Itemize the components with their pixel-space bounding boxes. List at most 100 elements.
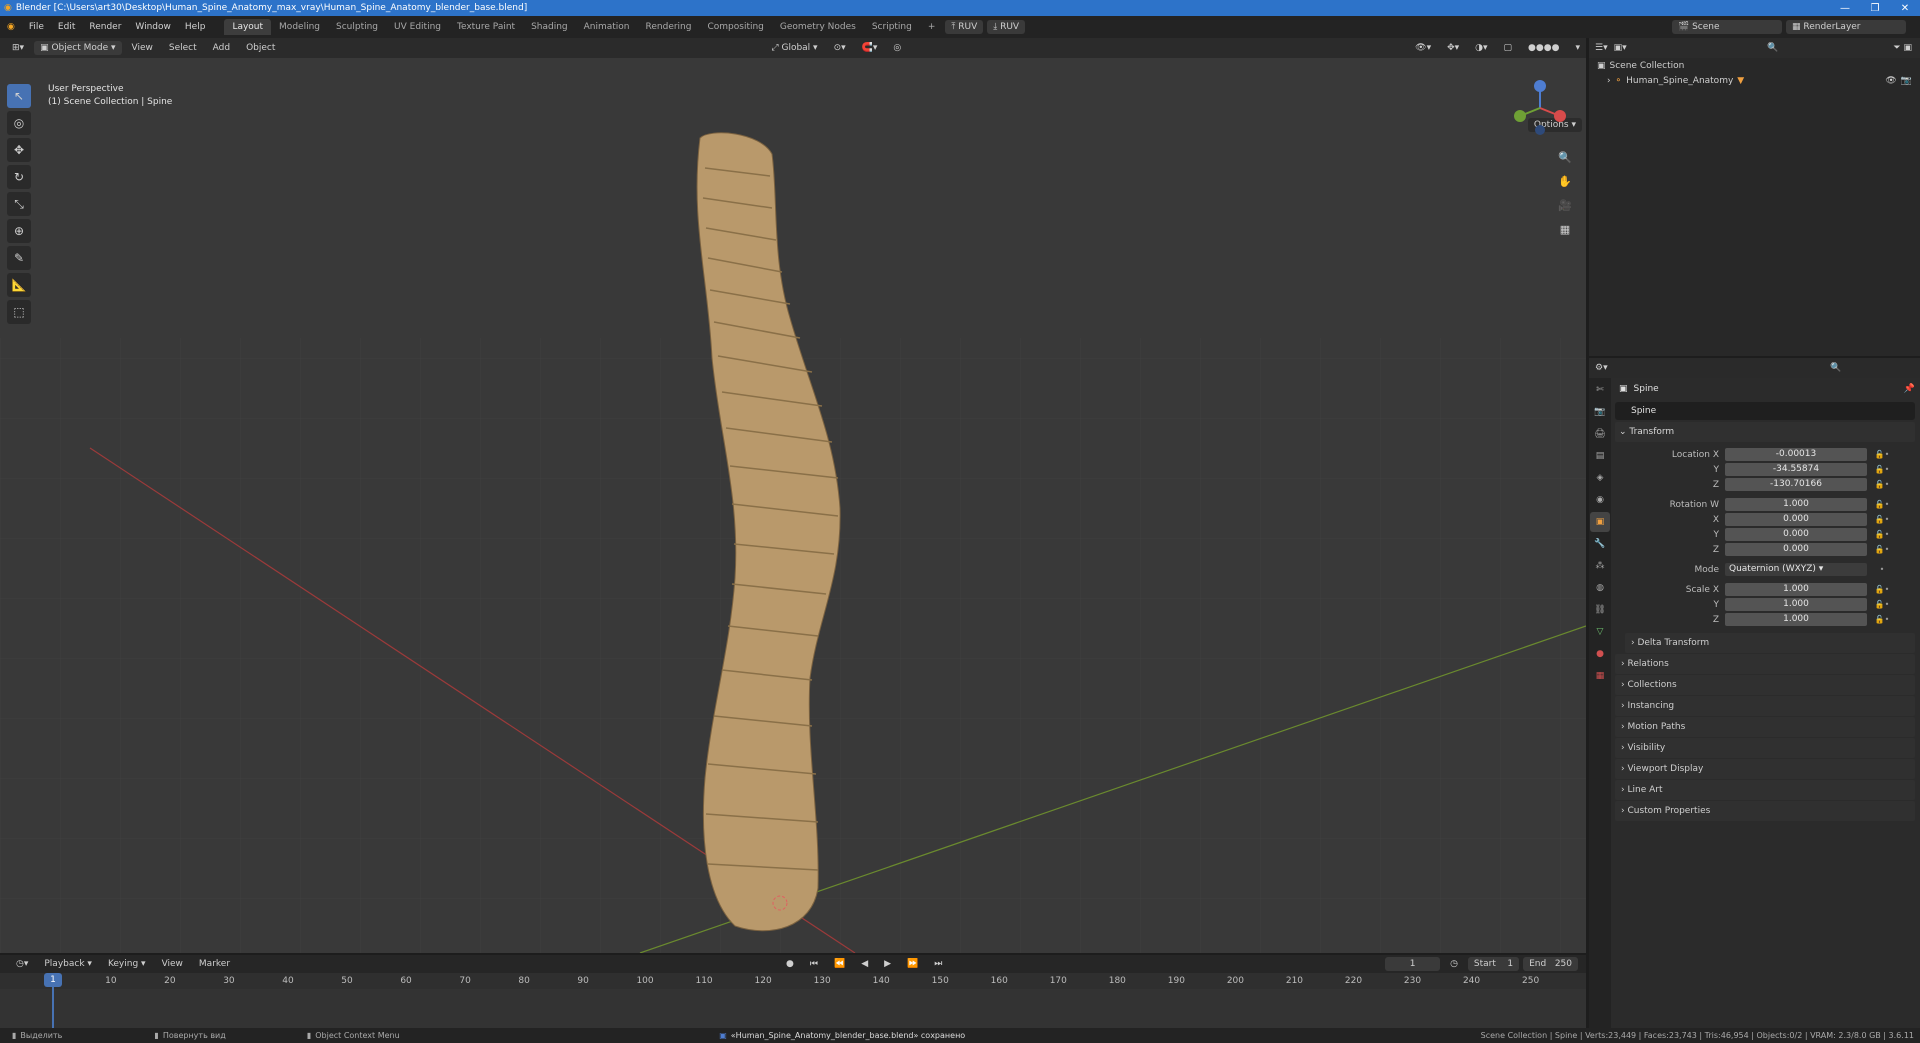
custom-properties-panel[interactable]: › Custom Properties — [1615, 801, 1915, 821]
ruv-button-2[interactable]: ⤓ RUV — [987, 20, 1026, 34]
tab-texture-paint[interactable]: Texture Paint — [449, 19, 523, 35]
data-tab-icon[interactable]: ▽ — [1590, 622, 1610, 642]
filter-icon[interactable]: ⏷ ▣ — [1893, 43, 1920, 53]
add-workspace-button[interactable]: + — [920, 19, 944, 35]
maximize-button[interactable]: ❐ — [1860, 3, 1890, 14]
gizmo-icon[interactable]: ✥▾ — [1441, 41, 1465, 55]
menu-render[interactable]: Render — [82, 22, 128, 32]
outliner-item-human-spine[interactable]: › ⚬ Human_Spine_Anatomy ▼ 👁 📷 — [1589, 73, 1920, 88]
snap-icon[interactable]: 🧲▾ — [856, 41, 884, 55]
measure-tool-icon[interactable]: 📐 — [7, 273, 31, 297]
overlay-icon[interactable]: ◑▾ — [1469, 41, 1493, 55]
rotation-x-field[interactable]: 0.000 — [1725, 513, 1867, 526]
scale-x-field[interactable]: 1.000 — [1725, 583, 1867, 596]
navigation-gizmo[interactable] — [1510, 78, 1570, 138]
visibility-panel[interactable]: › Visibility — [1615, 738, 1915, 758]
rotation-y-field[interactable]: 0.000 — [1725, 528, 1867, 541]
outliner-type-icon[interactable]: ☰▾ — [1595, 43, 1608, 53]
keyframe-dot-icon[interactable]: • — [1867, 565, 1897, 574]
object-mode-dropdown[interactable]: ▣ Object Mode ▾ — [34, 41, 122, 55]
menu-keying[interactable]: Keying ▾ — [102, 957, 152, 971]
menu-marker[interactable]: Marker — [193, 957, 236, 971]
move-tool-icon[interactable]: ✥ — [7, 138, 31, 162]
tab-shading[interactable]: Shading — [523, 19, 576, 35]
current-frame-field[interactable]: 1 — [1385, 957, 1441, 971]
menu-add[interactable]: Add — [207, 41, 236, 55]
tab-rendering[interactable]: Rendering — [638, 19, 700, 35]
rotation-z-field[interactable]: 0.000 — [1725, 543, 1867, 556]
menu-select[interactable]: Select — [163, 41, 203, 55]
pin-icon[interactable]: 📌 — [1904, 384, 1915, 394]
scale-y-field[interactable]: 1.000 — [1725, 598, 1867, 611]
render-camera-icon[interactable]: 📷 — [1901, 76, 1920, 86]
prev-keyframe-icon[interactable]: ⏪ — [828, 957, 851, 971]
transform-orientation-dropdown[interactable]: ⤢ Global ▾ — [765, 41, 823, 55]
close-button[interactable]: ✕ — [1890, 3, 1920, 14]
lock-icon[interactable]: 🔓• — [1867, 480, 1897, 489]
pan-hand-icon[interactable]: ✋ — [1554, 170, 1576, 192]
particles-tab-icon[interactable]: ⁂ — [1590, 556, 1610, 576]
physics-tab-icon[interactable]: ◍ — [1590, 578, 1610, 598]
minimize-button[interactable]: — — [1830, 3, 1860, 14]
ortho-grid-icon[interactable]: ▦ — [1554, 218, 1576, 240]
location-z-field[interactable]: -130.70166 — [1725, 478, 1867, 491]
tool-tab-icon[interactable]: ✄ — [1590, 380, 1610, 400]
scene-selector[interactable]: 🎬 Scene — [1672, 20, 1782, 34]
scene-tab-icon[interactable]: ◈ — [1590, 468, 1610, 488]
menu-window[interactable]: Window — [128, 22, 178, 32]
rotation-w-field[interactable]: 1.000 — [1725, 498, 1867, 511]
xray-icon[interactable]: ▢ — [1498, 41, 1519, 55]
start-frame-field[interactable]: Start 1 — [1467, 957, 1520, 971]
transform-tool-icon[interactable]: ⊕ — [7, 219, 31, 243]
play-icon[interactable]: ▶ — [878, 957, 897, 971]
editor-type-icon[interactable]: ⊞▾ — [6, 41, 30, 55]
modifiers-tab-icon[interactable]: 🔧 — [1590, 534, 1610, 554]
expand-chevron-icon[interactable]: › — [1607, 76, 1611, 86]
properties-search-icon[interactable]: 🔍 — [1830, 363, 1920, 373]
menu-view[interactable]: View — [126, 41, 159, 55]
lock-icon[interactable]: 🔓• — [1867, 600, 1897, 609]
tab-sculpting[interactable]: Sculpting — [328, 19, 386, 35]
instancing-panel[interactable]: › Instancing — [1615, 696, 1915, 716]
pivot-icon[interactable]: ⊙▾ — [828, 41, 852, 55]
tab-layout[interactable]: Layout — [224, 19, 272, 35]
menu-timeline-view[interactable]: View — [156, 957, 189, 971]
lock-icon[interactable]: 🔓• — [1867, 500, 1897, 509]
tab-modeling[interactable]: Modeling — [271, 19, 328, 35]
location-x-field[interactable]: -0.00013 — [1725, 448, 1867, 461]
lock-icon[interactable]: 🔓• — [1867, 530, 1897, 539]
properties-type-icon[interactable]: ⚙▾ — [1595, 363, 1608, 373]
tab-scripting[interactable]: Scripting — [864, 19, 920, 35]
timeline-editor-icon[interactable]: ◷▾ — [10, 957, 34, 971]
shading-dropdown-icon[interactable]: ▾ — [1569, 41, 1586, 55]
lock-icon[interactable]: 🔓• — [1867, 450, 1897, 459]
view-layer-tab-icon[interactable]: ▤ — [1590, 446, 1610, 466]
end-frame-field[interactable]: End 250 — [1523, 957, 1578, 971]
select-tool-icon[interactable]: ↖ — [7, 84, 31, 108]
lock-icon[interactable]: 🔓• — [1867, 545, 1897, 554]
ruv-button-1[interactable]: ⤒ RUV — [945, 20, 984, 34]
menu-help[interactable]: Help — [178, 22, 213, 32]
visibility-icon[interactable]: 👁▾ — [1409, 41, 1437, 55]
timeline-track-area[interactable] — [0, 989, 1586, 1028]
output-tab-icon[interactable]: 🖨 — [1590, 424, 1610, 444]
blender-menu-icon[interactable]: ◉ — [0, 22, 22, 32]
outliner-search-icon[interactable]: 🔍 — [1767, 43, 1887, 53]
display-mode-icon[interactable]: ▣▾ — [1614, 43, 1627, 53]
camera-view-icon[interactable]: 🎥 — [1554, 194, 1576, 216]
rotate-tool-icon[interactable]: ↻ — [7, 165, 31, 189]
tab-geometry-nodes[interactable]: Geometry Nodes — [772, 19, 864, 35]
outliner-scene-collection[interactable]: ▣ Scene Collection — [1589, 58, 1920, 73]
shading-solid-icon[interactable]: ●●●● — [1522, 41, 1565, 55]
viewport-display-panel[interactable]: › Viewport Display — [1615, 759, 1915, 779]
tab-uv-editing[interactable]: UV Editing — [386, 19, 449, 35]
menu-file[interactable]: File — [22, 22, 51, 32]
menu-playback[interactable]: Playback ▾ — [38, 957, 98, 971]
hide-eye-icon[interactable]: 👁 — [1885, 76, 1896, 86]
location-y-field[interactable]: -34.55874 — [1725, 463, 1867, 476]
texture-tab-icon[interactable]: ▦ — [1590, 666, 1610, 686]
tab-animation[interactable]: Animation — [576, 19, 638, 35]
next-keyframe-icon[interactable]: ⏩ — [901, 957, 924, 971]
view-layer-selector[interactable]: ▦ RenderLayer — [1786, 20, 1906, 34]
play-reverse-icon[interactable]: ◀ — [855, 957, 874, 971]
